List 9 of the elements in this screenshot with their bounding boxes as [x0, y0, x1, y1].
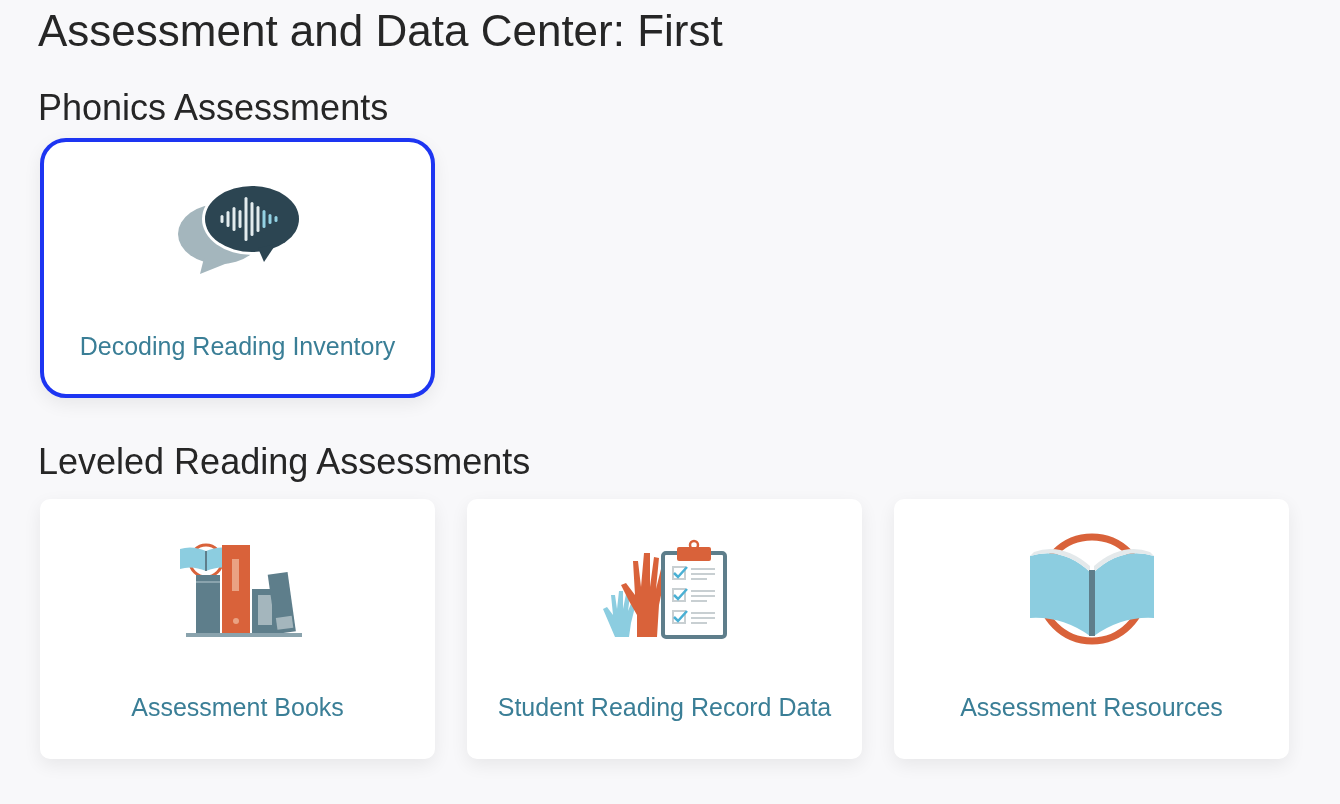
assessment-card[interactable]: Assessment Books: [40, 499, 435, 759]
assessment-card[interactable]: Decoding Reading Inventory: [40, 138, 435, 398]
section-heading: Leveled Reading Assessments: [38, 442, 532, 482]
section-heading: Phonics Assessments: [38, 88, 390, 128]
open-book-in-ring-icon: [1027, 532, 1156, 646]
assessment-card[interactable]: Student Reading Record Data: [467, 499, 862, 759]
page-title: Assessment and Data Center: First: [38, 6, 724, 56]
hands-and-checklist-clipboard-icon: [600, 539, 729, 639]
assessment-card[interactable]: Assessment Resources: [894, 499, 1289, 759]
